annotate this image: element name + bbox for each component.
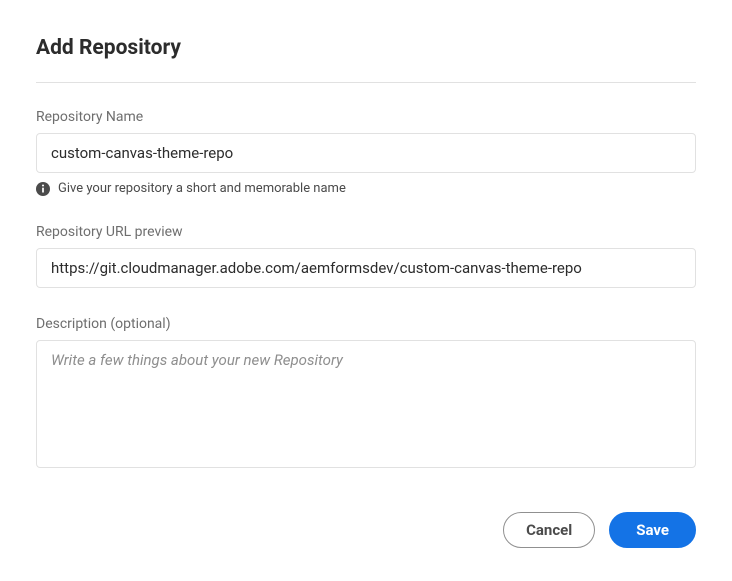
repository-name-hint-row: Give your repository a short and memorab… [36,181,696,196]
repository-name-hint: Give your repository a short and memorab… [58,181,346,196]
description-label: Description (optional) [36,316,696,332]
repository-name-group: Repository Name Give your repository a s… [36,109,696,196]
repository-url-label: Repository URL preview [36,224,696,240]
dialog-title: Add Repository [36,36,696,60]
repository-url-preview: https://git.cloudmanager.adobe.com/aemfo… [36,248,696,288]
title-divider [36,82,696,83]
repository-name-label: Repository Name [36,109,696,125]
info-icon [36,182,50,196]
repository-url-group: Repository URL preview https://git.cloud… [36,224,696,288]
description-textarea[interactable] [36,340,696,468]
save-button[interactable]: Save [609,512,696,548]
repository-name-input[interactable] [36,133,696,173]
button-bar: Cancel Save [36,512,696,548]
cancel-button[interactable]: Cancel [503,512,595,548]
description-group: Description (optional) [36,316,696,472]
